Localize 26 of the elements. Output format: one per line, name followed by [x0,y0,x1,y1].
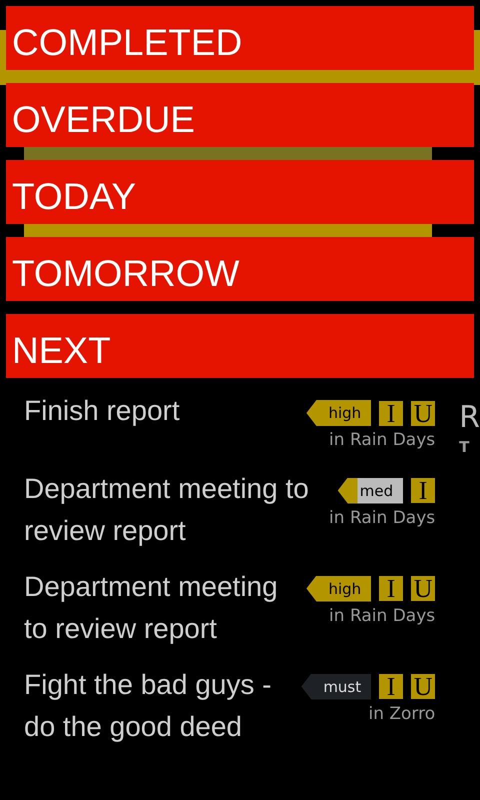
flag-tag: U [411,400,436,426]
menu-item[interactable]: TODAY [6,160,474,224]
menu-item[interactable]: TOMORROW [6,237,474,301]
menu-item[interactable]: OVERDUE [6,83,474,147]
menu-item[interactable]: COMPLETED [6,6,474,70]
panel-subtitle: T [459,437,470,458]
task-title[interactable]: Department meeting to review report [24,566,300,650]
task-title[interactable]: Finish report [24,390,180,454]
flag-tag: I [411,478,436,503]
folder-label: in Rain Days [329,506,436,530]
folder-label: in Zorro [368,702,436,726]
priority-tag: med [338,478,404,504]
flag-tag: I [379,576,404,601]
task-title[interactable]: Department meeting to review report [24,468,314,552]
task-title[interactable]: Fight the bad guys - do the good deed [24,664,296,748]
flag-tag: U [411,674,436,699]
folder-label: in Rain Days [329,604,436,628]
menu-item[interactable]: NEXT [6,314,474,378]
priority-tag: high [306,576,372,602]
priority-tag: must [301,674,372,700]
priority-tag: high [306,400,372,426]
folder-label: in Rain Days [329,429,436,452]
flag-tag: U [411,576,436,601]
flag-tag: I [379,674,404,699]
flag-tag: I [379,400,404,426]
panel-title: R [459,400,480,436]
